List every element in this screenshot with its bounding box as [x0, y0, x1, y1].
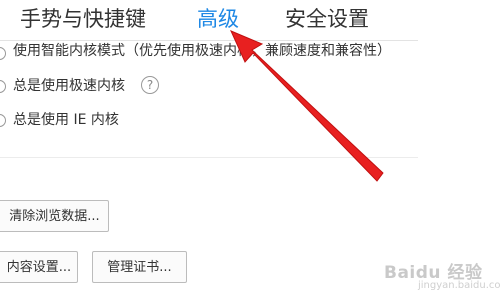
watermark-url: jingyan.baidu.com	[418, 280, 500, 291]
red-arrow-annotation	[230, 30, 384, 182]
